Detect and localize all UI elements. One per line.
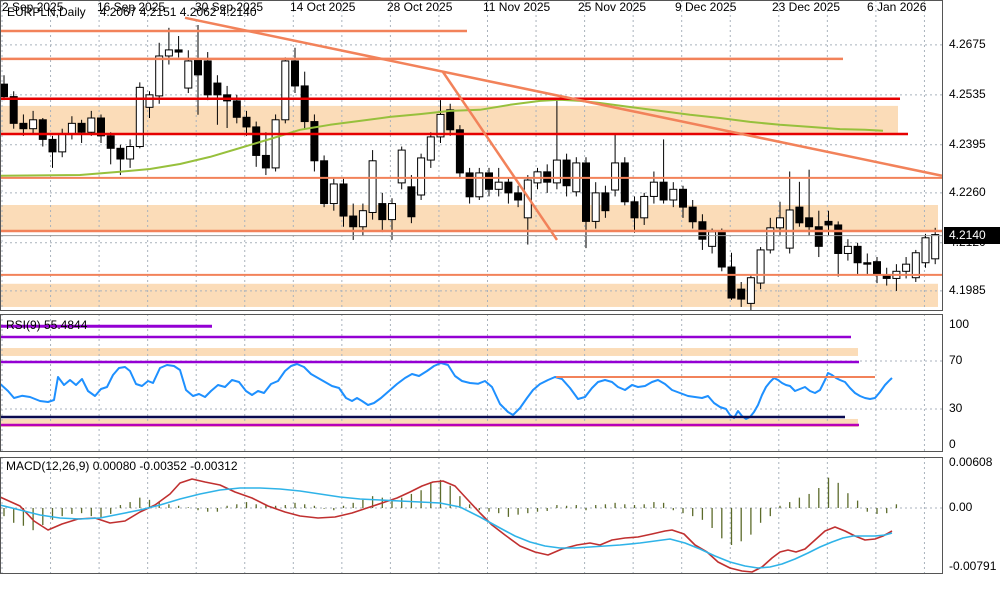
main-price-chart[interactable] — [0, 0, 943, 311]
rsi-axis-label: 30 — [949, 401, 962, 415]
chart-window: EURPLN,Daily4.2067 4.2151 4.2062 4.2140 … — [0, 0, 1000, 600]
price-axis-label: 4.2675 — [949, 37, 986, 51]
rsi-indicator-panel[interactable] — [0, 314, 943, 452]
rsi-indicator-label: RSI(9) 55.4844 — [6, 318, 87, 332]
rsi-axis-label: 100 — [949, 317, 969, 331]
current-price-tag: 4.2140 — [944, 227, 1000, 244]
chart-title: EURPLN,Daily 4.2067 4.2151 4.2062 4.2140 — [7, 5, 257, 19]
rsi-axis-label: 0 — [949, 437, 956, 451]
macd-axis-label: 0.00 — [949, 500, 972, 514]
macd-indicator-panel[interactable] — [0, 457, 943, 574]
price-axis-label: 4.1985 — [949, 283, 986, 297]
ohlc-values: 4.2067 4.2151 4.2062 4.2140 — [100, 5, 257, 19]
price-axis-label: 4.2535 — [949, 87, 986, 101]
macd-axis-label: 0.00608 — [949, 455, 992, 469]
symbol-timeframe-label: EURPLN,Daily — [7, 5, 86, 19]
rsi-axis-label: 70 — [949, 353, 962, 367]
macd-indicator-label: MACD(12,26,9) 0.00080 -0.00352 -0.00312 — [6, 459, 238, 473]
macd-axis-label: -0.00791 — [949, 559, 996, 573]
price-axis-label: 4.2260 — [949, 185, 986, 199]
price-axis-label: 4.2395 — [949, 137, 986, 151]
